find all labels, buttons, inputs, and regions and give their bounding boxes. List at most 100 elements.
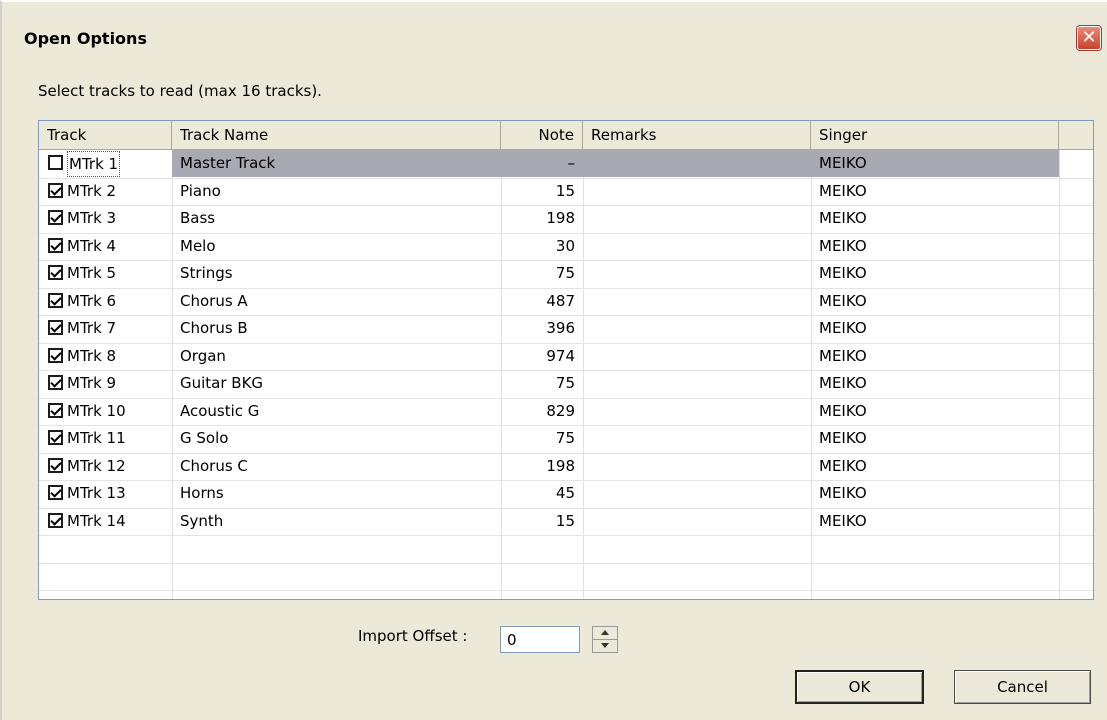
instruction-text: Select tracks to read (max 16 tracks).: [38, 82, 322, 100]
title-bar[interactable]: Open Options ✕: [2, 2, 1107, 60]
track-checkbox[interactable]: [48, 375, 63, 390]
column-header-remarks[interactable]: Remarks: [583, 121, 811, 149]
track-row[interactable]: MTrk 5 Strings 75 MEIKO: [39, 260, 1093, 289]
track-id: MTrk 3: [67, 209, 117, 227]
track-row[interactable]: MTrk 13 Horns 45 MEIKO: [39, 480, 1093, 509]
track-cell: MTrk 2: [39, 178, 172, 205]
note-count-cell: 487: [546, 291, 575, 310]
remarks-cell: [583, 370, 811, 397]
singer-cell: MEIKO: [819, 484, 867, 502]
track-checkbox[interactable]: [48, 347, 63, 363]
note-count-cell: 45: [555, 484, 575, 502]
track-checkbox[interactable]: [48, 457, 63, 473]
track-checkbox[interactable]: [48, 485, 63, 500]
track-id: MTrk 10: [67, 401, 126, 420]
singer-cell: MEIKO: [819, 154, 867, 172]
remarks-cell: [583, 288, 811, 315]
empty-row: [39, 563, 1093, 591]
note-count-cell: 396: [546, 319, 575, 337]
note-count-cell: –: [567, 154, 576, 172]
track-row[interactable]: MTrk 1 Master Track – MEIKO: [39, 150, 1093, 179]
singer-cell: MEIKO: [819, 401, 867, 420]
track-name-cell: Acoustic G: [180, 401, 260, 420]
remarks-cell: [583, 150, 811, 177]
track-row[interactable]: MTrk 12 Chorus C 198 MEIKO: [39, 453, 1093, 481]
track-checkbox[interactable]: [48, 512, 63, 528]
note-count-cell: 75: [555, 374, 575, 392]
track-id: MTrk 13: [67, 484, 126, 502]
spin-down-arrow-icon[interactable]: [593, 640, 617, 652]
track-id: MTrk 5: [67, 264, 117, 282]
remarks-cell: [583, 343, 811, 370]
track-name-cell: Chorus C: [180, 456, 248, 475]
track-row[interactable]: MTrk 3 Bass 198 MEIKO: [39, 205, 1093, 234]
track-checkbox[interactable]: [48, 320, 63, 335]
track-name-cell: Piano: [180, 181, 221, 200]
track-cell: MTrk 11: [39, 425, 172, 452]
track-checkbox[interactable]: [48, 402, 63, 418]
note-count-cell: 974: [546, 346, 575, 365]
note-count-cell: 198: [546, 209, 575, 227]
track-row[interactable]: MTrk 8 Organ 974 MEIKO: [39, 343, 1093, 371]
close-icon[interactable]: ✕: [1077, 26, 1101, 50]
track-checkbox[interactable]: [48, 210, 63, 225]
remarks-cell: [583, 315, 811, 342]
track-checkbox[interactable]: [48, 292, 63, 308]
track-checkbox[interactable]: [48, 265, 63, 280]
track-row[interactable]: MTrk 9 Guitar BKG 75 MEIKO: [39, 370, 1093, 399]
track-checkbox[interactable]: [48, 155, 63, 170]
track-row[interactable]: MTrk 4 Melo 30 MEIKO: [39, 233, 1093, 261]
remarks-cell: [583, 480, 811, 507]
singer-cell: MEIKO: [819, 374, 867, 392]
dialog-title: Open Options: [24, 29, 147, 48]
singer-cell: MEIKO: [819, 319, 867, 337]
column-header-track[interactable]: Track: [39, 121, 172, 149]
track-list-header: Track Track Name Note Remarks Singer: [39, 121, 1093, 150]
track-cell: MTrk 1: [39, 150, 172, 177]
track-name-cell: Chorus B: [180, 319, 248, 337]
track-list[interactable]: Track Track Name Note Remarks Singer MTr…: [38, 120, 1094, 600]
track-cell: MTrk 6: [39, 288, 172, 315]
singer-cell: MEIKO: [819, 236, 867, 255]
note-count-cell: 198: [546, 456, 575, 475]
import-offset-input[interactable]: [500, 626, 580, 653]
track-name-cell: Guitar BKG: [180, 374, 264, 392]
cancel-button[interactable]: Cancel: [954, 670, 1091, 704]
track-cell: MTrk 12: [39, 453, 172, 480]
column-header-note[interactable]: Note: [501, 121, 583, 149]
spin-up-arrow-icon[interactable]: [593, 627, 617, 640]
track-row[interactable]: MTrk 11 G Solo 75 MEIKO: [39, 425, 1093, 454]
column-header-filler: [1059, 121, 1093, 149]
column-header-track-name[interactable]: Track Name: [172, 121, 501, 149]
column-header-singer[interactable]: Singer: [811, 121, 1059, 149]
track-cell: MTrk 5: [39, 260, 172, 287]
track-row[interactable]: MTrk 6 Chorus A 487 MEIKO: [39, 288, 1093, 316]
remarks-cell: [583, 425, 811, 452]
remarks-cell: [583, 205, 811, 232]
note-count-cell: 829: [546, 401, 575, 420]
track-row[interactable]: MTrk 7 Chorus B 396 MEIKO: [39, 315, 1093, 344]
track-checkbox[interactable]: [48, 430, 63, 445]
singer-cell: MEIKO: [819, 291, 867, 310]
track-id: MTrk 11: [67, 429, 126, 447]
track-checkbox[interactable]: [48, 237, 63, 253]
track-id: MTrk 2: [67, 181, 117, 200]
track-row[interactable]: MTrk 14 Synth 15 MEIKO: [39, 508, 1093, 536]
track-name-cell: Synth: [180, 511, 224, 530]
note-count-cell: 30: [555, 236, 575, 255]
track-row[interactable]: MTrk 10 Acoustic G 829 MEIKO: [39, 398, 1093, 426]
remarks-cell: [583, 260, 811, 287]
import-offset-spinner[interactable]: [592, 626, 618, 653]
track-cell: MTrk 10: [39, 398, 172, 425]
track-id: MTrk 6: [67, 291, 117, 310]
singer-cell: MEIKO: [819, 209, 867, 227]
track-checkbox[interactable]: [48, 182, 63, 198]
track-cell: MTrk 7: [39, 315, 172, 342]
track-id: MTrk 12: [67, 456, 126, 475]
ok-button[interactable]: OK: [795, 670, 924, 704]
track-name-cell: Organ: [180, 346, 226, 365]
singer-cell: MEIKO: [819, 429, 867, 447]
track-row[interactable]: MTrk 2 Piano 15 MEIKO: [39, 178, 1093, 206]
track-cell: MTrk 4: [39, 233, 172, 260]
track-cell: MTrk 13: [39, 480, 172, 507]
